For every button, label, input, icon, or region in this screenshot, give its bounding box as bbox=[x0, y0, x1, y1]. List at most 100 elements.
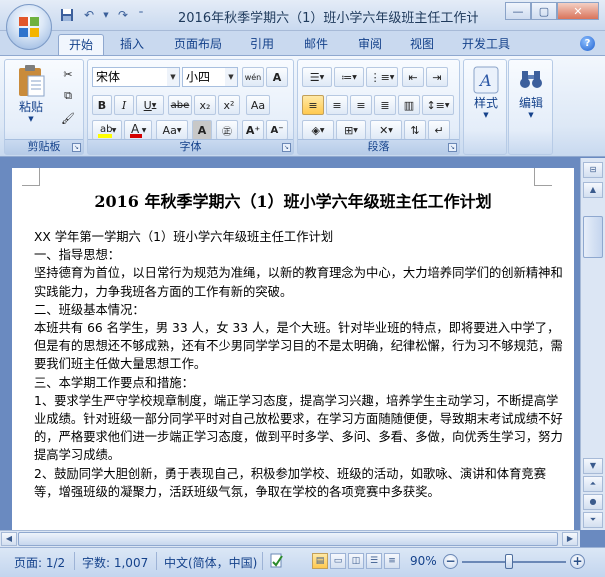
print-layout-view-icon[interactable]: ▤ bbox=[312, 553, 328, 569]
tab-mailings[interactable]: 邮件 bbox=[294, 34, 338, 55]
bullets-button[interactable]: ☰ ▼ bbox=[302, 67, 332, 87]
styles-dropdown-icon[interactable]: ▼ bbox=[483, 111, 488, 119]
align-left-button[interactable]: ≡ bbox=[302, 95, 324, 115]
clipboard-launcher-icon[interactable]: ↘ bbox=[72, 143, 81, 152]
multilevel-list-button[interactable]: ⋮≡ ▼ bbox=[366, 67, 398, 87]
line-spacing-button[interactable]: ↕≡ ▼ bbox=[422, 95, 454, 115]
highlight-color-swatch bbox=[97, 134, 112, 138]
office-button[interactable] bbox=[6, 4, 52, 50]
vertical-scroll-thumb[interactable] bbox=[583, 216, 603, 258]
help-icon[interactable]: ? bbox=[580, 36, 595, 51]
borders-button[interactable]: ⊞ ▼ bbox=[336, 120, 366, 140]
page-count[interactable]: 页面: 1/2 bbox=[14, 554, 65, 571]
justify-button[interactable]: ≣ bbox=[374, 95, 396, 115]
superscript-button[interactable]: x² bbox=[218, 95, 240, 115]
editing-dropdown-icon[interactable]: ▼ bbox=[528, 111, 533, 119]
select-browse-object-icon[interactable]: ● bbox=[583, 494, 603, 510]
copy-icon[interactable]: ⧉ bbox=[57, 86, 79, 106]
shading-button[interactable]: ◈ ▼ bbox=[302, 120, 334, 140]
language[interactable]: 中文(简体，中国) bbox=[164, 554, 257, 571]
previous-page-icon[interactable]: ⏶ bbox=[583, 476, 603, 492]
align-center-button[interactable]: ≡ bbox=[326, 95, 348, 115]
font-size-combo[interactable]: 小四 ▼ bbox=[182, 67, 238, 87]
minimize-button[interactable]: — bbox=[505, 2, 531, 20]
paragraph: 1、要求学生严守学校规章制度，端正学习态度，提高学习兴趣，培养学生主动学习，不断… bbox=[34, 393, 563, 463]
underline-button[interactable]: U ▼ bbox=[136, 95, 164, 115]
paste-icon bbox=[19, 65, 45, 97]
draft-view-icon[interactable]: ≡ bbox=[384, 553, 400, 569]
font-size-case-button[interactable]: Aa ▼ bbox=[156, 120, 188, 140]
zoom-slider-track[interactable] bbox=[462, 561, 566, 563]
scroll-down-icon[interactable]: ▼ bbox=[583, 458, 603, 474]
undo-dropdown-icon[interactable]: ▼ bbox=[102, 6, 110, 24]
zoom-in-icon[interactable]: + bbox=[570, 554, 585, 569]
font-color-button[interactable]: A ▼ bbox=[124, 120, 152, 140]
superscript-icon: x² bbox=[223, 98, 235, 112]
scroll-left-icon[interactable]: ◀ bbox=[1, 532, 17, 546]
font-name-combo[interactable]: 宋体 ▼ bbox=[92, 67, 180, 87]
styles-button[interactable]: A 样式 ▼ bbox=[466, 66, 506, 119]
format-painter-icon[interactable]: 🖌 bbox=[57, 108, 79, 128]
paste-dropdown-icon[interactable]: ▼ bbox=[28, 115, 33, 123]
zoom-slider-thumb[interactable] bbox=[504, 554, 513, 569]
ruler-toggle-icon[interactable]: ⊟ bbox=[583, 162, 603, 178]
paragraph-launcher-icon[interactable]: ↘ bbox=[448, 143, 457, 152]
increase-indent-button[interactable]: ⇥ bbox=[426, 67, 448, 87]
tab-page-layout[interactable]: 页面布局 bbox=[164, 34, 232, 55]
align-right-button[interactable]: ≡ bbox=[350, 95, 372, 115]
tab-review[interactable]: 审阅 bbox=[348, 34, 392, 55]
spelling-check-icon[interactable] bbox=[270, 553, 284, 569]
change-case-button[interactable]: Aa bbox=[246, 95, 270, 115]
save-icon[interactable] bbox=[58, 6, 76, 24]
tab-developer[interactable]: 开发工具 bbox=[452, 34, 520, 55]
tab-view[interactable]: 视图 bbox=[400, 34, 444, 55]
font-name-dropdown-icon[interactable]: ▼ bbox=[167, 68, 179, 86]
undo-icon[interactable]: ↶ bbox=[80, 6, 98, 24]
next-page-icon[interactable]: ⏷ bbox=[583, 512, 603, 528]
tab-home[interactable]: 开始 bbox=[58, 34, 105, 55]
distributed-button[interactable]: ▥ bbox=[398, 95, 420, 115]
chinese-layout-button[interactable]: ✕ ▼ bbox=[370, 120, 402, 140]
full-screen-reading-view-icon[interactable]: ▭ bbox=[330, 553, 346, 569]
grow-font-button[interactable]: A ⁺ bbox=[242, 120, 264, 140]
tab-insert[interactable]: 插入 bbox=[110, 34, 154, 55]
shrink-font-button[interactable]: A ⁻ bbox=[266, 120, 288, 140]
phonetic-guide-button[interactable]: wén bbox=[242, 67, 264, 87]
decrease-indent-button[interactable]: ⇤ bbox=[402, 67, 424, 87]
scroll-up-icon[interactable]: ▲ bbox=[583, 182, 603, 198]
paste-button[interactable]: 粘贴 ▼ bbox=[11, 64, 51, 123]
document-page[interactable]: 2016 年秋季学期六（1）班小学六年级班主任工作计划 XX 学年第一学期六（1… bbox=[12, 168, 574, 530]
character-shading-button[interactable]: A bbox=[192, 120, 212, 140]
zoom-level[interactable]: 90% bbox=[410, 554, 437, 568]
outline-view-icon[interactable]: ☰ bbox=[366, 553, 382, 569]
cut-icon[interactable]: ✂ bbox=[57, 64, 79, 84]
web-layout-view-icon[interactable]: ◫ bbox=[348, 553, 364, 569]
horizontal-scrollbar[interactable]: ◀ ▶ bbox=[0, 530, 580, 547]
close-button[interactable]: ✕ bbox=[557, 2, 599, 20]
enclose-characters-button[interactable]: ㊣ bbox=[216, 120, 238, 140]
tab-references[interactable]: 引用 bbox=[240, 34, 284, 55]
subscript-button[interactable]: x₂ bbox=[194, 95, 216, 115]
customize-qat-icon[interactable]: ⁼ bbox=[136, 6, 146, 24]
vertical-scrollbar[interactable]: ⊟ ▲ ▼ ⏶ ● ⏷ bbox=[580, 158, 605, 530]
sort-button[interactable]: ⇅ bbox=[404, 120, 426, 140]
maximize-button[interactable]: ▢ bbox=[531, 2, 557, 20]
office-logo-icon bbox=[19, 17, 39, 37]
font-launcher-icon[interactable]: ↘ bbox=[282, 143, 291, 152]
styles-group: A 样式 ▼ bbox=[463, 59, 507, 155]
bold-button[interactable]: B bbox=[92, 95, 112, 115]
redo-icon[interactable]: ↷ bbox=[114, 6, 132, 24]
scroll-right-icon[interactable]: ▶ bbox=[562, 532, 578, 546]
italic-button[interactable]: I bbox=[114, 95, 134, 115]
clear-formatting-button[interactable]: A bbox=[266, 67, 288, 87]
numbering-button[interactable]: ≔ ▼ bbox=[334, 67, 364, 87]
horizontal-scroll-thumb[interactable] bbox=[18, 532, 558, 546]
highlight-button[interactable]: ab ▼ bbox=[92, 120, 122, 140]
word-count[interactable]: 字数: 1,007 bbox=[82, 554, 148, 571]
font-size-dropdown-icon[interactable]: ▼ bbox=[225, 68, 237, 86]
show-marks-button[interactable]: ↵ bbox=[428, 120, 450, 140]
strikethrough-button[interactable]: abe bbox=[168, 95, 192, 115]
italic-icon: I bbox=[121, 98, 127, 112]
zoom-out-icon[interactable]: − bbox=[443, 554, 458, 569]
editing-button[interactable]: 编辑 ▼ bbox=[511, 66, 551, 119]
